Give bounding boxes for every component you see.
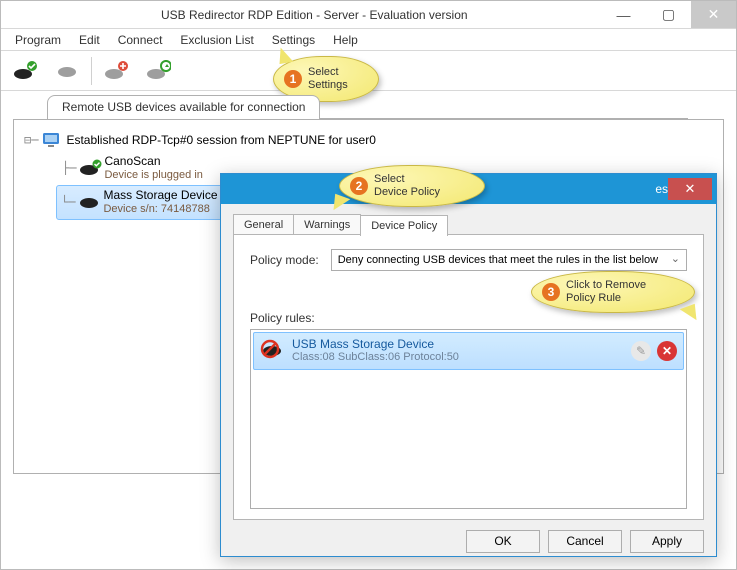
menu-program[interactable]: Program bbox=[7, 31, 69, 49]
tab-remote-devices[interactable]: Remote USB devices available for connect… bbox=[47, 95, 320, 119]
tool-connect-device[interactable] bbox=[5, 54, 45, 88]
callout-3: 3 Click to RemovePolicy Rule bbox=[531, 271, 695, 313]
rule-details: Class:08 SubClass:06 Protocol:50 bbox=[292, 351, 623, 364]
rule-edit-button[interactable]: ✎ bbox=[631, 341, 651, 361]
preferences-dialog: es ✕ General Warnings Device Policy Poli… bbox=[220, 173, 717, 557]
main-tabstrip: Remote USB devices available for connect… bbox=[47, 95, 736, 119]
dialog-title-tail: es bbox=[655, 182, 668, 196]
tree-device-name: CanoScan bbox=[104, 154, 202, 169]
usb-disconnect-icon bbox=[54, 60, 80, 82]
rule-name: USB Mass Storage Device bbox=[292, 337, 623, 351]
callout-text: Click to RemovePolicy Rule bbox=[566, 279, 646, 305]
usb-add-icon bbox=[103, 60, 129, 82]
tool-disconnect-device[interactable] bbox=[47, 54, 87, 88]
policy-rules-list: USB Mass Storage Device Class:08 SubClas… bbox=[250, 329, 687, 509]
menu-help[interactable]: Help bbox=[325, 31, 366, 49]
tool-refresh[interactable] bbox=[138, 54, 178, 88]
tree-branch: ├─ bbox=[62, 161, 76, 175]
toolbar-separator bbox=[91, 57, 92, 85]
dialog-close-button[interactable]: ✕ bbox=[668, 178, 712, 200]
tree-branch: └─ bbox=[61, 195, 75, 209]
tree-session-node[interactable]: ⊟─ Established RDP-Tcp#0 session from NE… bbox=[14, 128, 723, 152]
menu-edit[interactable]: Edit bbox=[71, 31, 108, 49]
usb-connect-icon bbox=[12, 60, 38, 82]
menubar: Program Edit Connect Exclusion List Sett… bbox=[1, 29, 736, 51]
callout-number: 3 bbox=[542, 283, 560, 301]
tree-device-status: Device is plugged in bbox=[104, 169, 202, 183]
callout-text: SelectDevice Policy bbox=[374, 173, 440, 199]
policy-mode-select[interactable]: Deny connecting USB devices that meet th… bbox=[331, 249, 687, 271]
close-button[interactable]: ✕ bbox=[691, 1, 736, 28]
tree-session-label: Established RDP-Tcp#0 session from NEPTU… bbox=[66, 133, 375, 147]
window-title: USB Redirector RDP Edition - Server - Ev… bbox=[161, 8, 468, 22]
minimize-button[interactable]: — bbox=[601, 1, 646, 28]
tree-device-name: Mass Storage Device bbox=[103, 188, 217, 203]
tab-general[interactable]: General bbox=[233, 214, 294, 235]
menu-exclusion-list[interactable]: Exclusion List bbox=[172, 31, 261, 49]
maximize-button[interactable]: ▢ bbox=[646, 1, 691, 28]
policy-mode-label: Policy mode: bbox=[250, 253, 319, 267]
usb-device-icon bbox=[76, 159, 104, 177]
monitor-icon bbox=[38, 130, 66, 150]
apply-button[interactable]: Apply bbox=[630, 530, 704, 553]
tree-branch: ⊟─ bbox=[24, 133, 38, 147]
close-icon: ✕ bbox=[662, 344, 672, 358]
ok-button[interactable]: OK bbox=[466, 530, 540, 553]
policy-rule-row[interactable]: USB Mass Storage Device Class:08 SubClas… bbox=[253, 332, 684, 370]
policy-mode-value: Deny connecting USB devices that meet th… bbox=[338, 254, 658, 266]
policy-rules-label: Policy rules: bbox=[250, 311, 687, 325]
callout-2: 2 SelectDevice Policy bbox=[339, 165, 485, 207]
tree-device-status: Device s/n: 74148788 bbox=[103, 203, 217, 217]
main-titlebar: USB Redirector RDP Edition - Server - Ev… bbox=[1, 1, 736, 29]
menu-settings[interactable]: Settings bbox=[264, 31, 323, 49]
cancel-button[interactable]: Cancel bbox=[548, 530, 622, 553]
usb-denied-icon bbox=[260, 339, 284, 362]
tab-device-policy[interactable]: Device Policy bbox=[360, 215, 448, 236]
menu-connect[interactable]: Connect bbox=[110, 31, 171, 49]
pencil-icon: ✎ bbox=[636, 344, 646, 358]
callout-number: 2 bbox=[350, 177, 368, 195]
tool-add-device[interactable] bbox=[96, 54, 136, 88]
callout-number: 1 bbox=[284, 70, 302, 88]
rule-delete-button[interactable]: ✕ bbox=[657, 341, 677, 361]
tab-warnings[interactable]: Warnings bbox=[293, 214, 361, 235]
usb-refresh-icon bbox=[145, 60, 171, 82]
callout-text: SelectSettings bbox=[308, 66, 348, 92]
dialog-tabs: General Warnings Device Policy bbox=[233, 214, 704, 235]
usb-device-icon bbox=[75, 193, 103, 211]
